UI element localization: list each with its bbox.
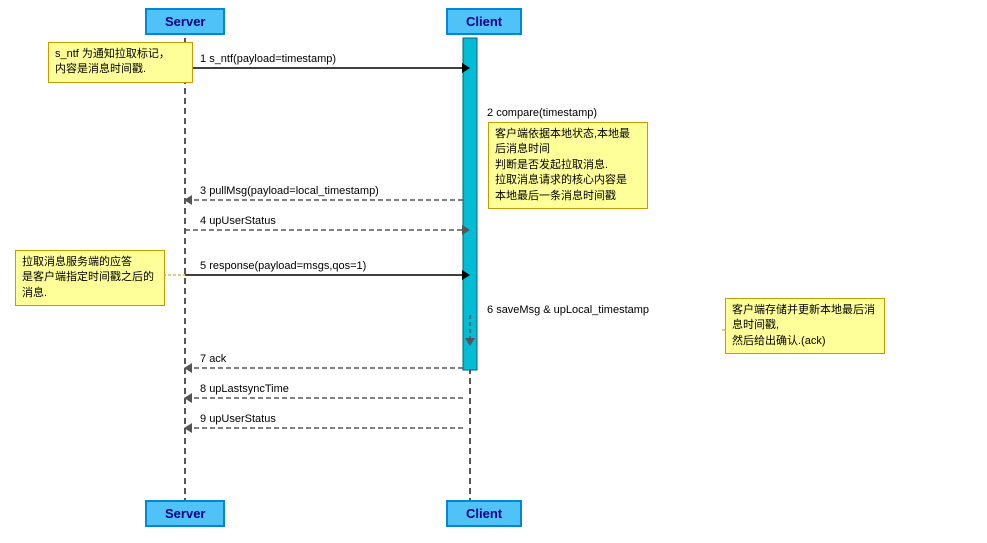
arrow5-label: 5 response(payload=msgs,qos=1) — [200, 260, 366, 272]
note1-box: s_ntf 为通知拉取标记， 内容是消息时间戳. — [48, 42, 193, 83]
client-box-top: Client — [446, 8, 522, 35]
arrow4-label: 4 upUserStatus — [200, 215, 276, 227]
server-box-top: Server — [145, 8, 225, 35]
arrow3-label: 3 pullMsg(payload=local_timestamp) — [200, 185, 379, 197]
arrow9-label: 9 upUserStatus — [200, 413, 276, 425]
arrow6-label: 6 saveMsg & upLocal_timestamp — [487, 304, 649, 316]
server-box-bottom: Server — [145, 500, 225, 527]
client-box-bottom: Client — [446, 500, 522, 527]
note3-box: 拉取消息服务端的应答 是客户端指定时间戳之后的消息. — [15, 250, 165, 306]
arrow2-label: 2 compare(timestamp) — [487, 107, 597, 119]
sequence-diagram: Server Client Server Client 1 s_ntf(payl… — [0, 0, 987, 543]
arrow8-label: 8 upLastsyncTime — [200, 383, 289, 395]
note4-box: 客户端存储并更新本地最后消息时间戳, 然后给出确认.(ack) — [725, 298, 885, 354]
arrow1-label: 1 s_ntf(payload=timestamp) — [200, 53, 336, 65]
arrow7-label: 7 ack — [200, 353, 226, 365]
note2-box: 客户端依据本地状态,本地最后消息时间 判断是否发起拉取消息. 拉取消息请求的核心… — [488, 122, 648, 209]
